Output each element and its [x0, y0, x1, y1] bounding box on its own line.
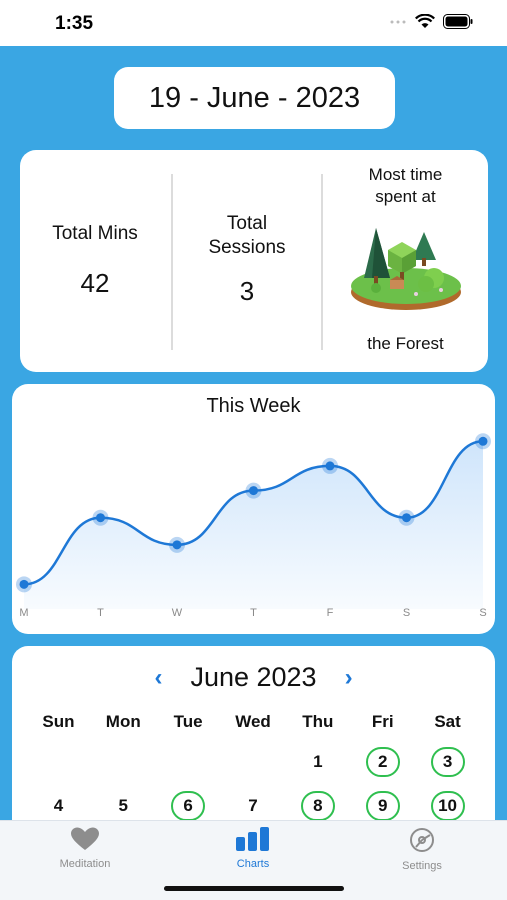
- chart-x-tick-label: W: [172, 607, 183, 619]
- total-mins-value: 42: [80, 268, 110, 298]
- calendar-day[interactable]: 6: [156, 790, 221, 822]
- calendar-day-number: [106, 747, 140, 777]
- chart-point[interactable]: [249, 486, 258, 496]
- tab-charts-label: Charts: [236, 858, 270, 870]
- weekday-label: Thu: [302, 712, 334, 731]
- calendar-empty-cell: [156, 746, 221, 778]
- calendar-day-number: 6: [171, 791, 206, 821]
- calendar-day-number: [171, 747, 205, 777]
- weekday-label: Fri: [371, 712, 394, 731]
- weekday-label: Sun: [42, 712, 75, 731]
- total-mins-stat: Total Mins 42: [20, 150, 170, 372]
- chart-x-tick-label: M: [19, 607, 28, 619]
- calendar-day[interactable]: 5: [91, 790, 156, 822]
- weekday-label: Mon: [105, 712, 141, 731]
- calendar-title: June 2023: [190, 662, 317, 692]
- calendar-day[interactable]: 1: [285, 746, 350, 778]
- calendar-empty-cell: [221, 746, 286, 778]
- forest-island-icon: [346, 220, 466, 312]
- calendar-day-number: 3: [430, 747, 465, 777]
- total-sessions-value: 3: [239, 276, 255, 306]
- date-label: 19 - June - 2023: [148, 81, 361, 114]
- weekly-chart: MTWTFSS: [16, 433, 491, 619]
- calendar-day-number: 5: [118, 796, 128, 815]
- calendar-day[interactable]: 10: [415, 790, 480, 822]
- chart-area-fill: [24, 441, 483, 609]
- total-sessions-label-1: Total: [226, 213, 268, 234]
- total-mins-label: Total Mins: [52, 223, 138, 244]
- calendar-empty-cell: [26, 746, 91, 778]
- tab-settings[interactable]: Settings: [362, 827, 482, 872]
- calendar-day-number: [236, 747, 270, 777]
- calendar-day[interactable]: 7: [221, 790, 286, 822]
- most-time-stat: Most time spent at the Forest: [323, 150, 488, 372]
- calendar-day-number: 2: [365, 747, 400, 777]
- chevron-left-icon[interactable]: ‹: [154, 664, 162, 692]
- calendar-header: ‹ June 2023 ›: [12, 662, 495, 693]
- bar-chart-icon: [235, 827, 271, 855]
- calendar-day[interactable]: 8: [285, 790, 350, 822]
- tab-meditation[interactable]: Meditation: [25, 827, 145, 870]
- total-sessions-label-2: Sessions: [208, 237, 286, 258]
- heart-icon: [70, 827, 100, 855]
- battery-icon: [443, 14, 473, 34]
- status-icons: [389, 13, 473, 34]
- weekly-chart-card: This Week MTWTFSS: [12, 384, 495, 634]
- tab-charts[interactable]: Charts: [193, 827, 313, 870]
- calendar-day-number: 8: [300, 791, 335, 821]
- chart-point[interactable]: [325, 461, 335, 471]
- calendar-day[interactable]: 4: [26, 790, 91, 822]
- calendar-day[interactable]: 9: [350, 790, 415, 822]
- chart-x-tick-label: S: [479, 607, 486, 619]
- calendar-day-number: 7: [248, 796, 258, 815]
- wifi-icon: [415, 13, 435, 34]
- chart-point[interactable]: [478, 436, 488, 446]
- chart-point[interactable]: [96, 513, 105, 523]
- signal-icon: [389, 15, 407, 33]
- tab-meditation-label: Meditation: [59, 858, 111, 870]
- calendar-day[interactable]: 3: [415, 746, 480, 778]
- chevron-right-icon[interactable]: ›: [345, 664, 353, 692]
- calendar-day-number: 1: [313, 752, 323, 771]
- tab-settings-label: Settings: [402, 860, 442, 872]
- calendar-grid: Sun Mon Tue Wed Thu Fri Sat 1 2 3 4 5 6 7 8 9 10: [26, 712, 480, 822]
- calendar-day-number: 4: [53, 796, 64, 815]
- calendar-day-number: 10: [430, 791, 465, 821]
- chart-x-tick-label: S: [403, 607, 410, 619]
- most-time-label-1: Most time: [368, 165, 443, 184]
- most-time-label-2: spent at: [375, 187, 436, 206]
- chart-x-tick-label: F: [327, 607, 334, 619]
- stats-card: Total Mins 42 Total Sessions 3 Most time…: [20, 150, 488, 372]
- weekday-label: Wed: [235, 712, 271, 731]
- chart-point[interactable]: [402, 513, 411, 523]
- chart-point[interactable]: [19, 579, 29, 589]
- calendar-empty-cell: [91, 746, 156, 778]
- date-card: 19 - June - 2023: [114, 67, 395, 129]
- weekday-label: Tue: [173, 712, 203, 731]
- chart-x-tick-label: T: [250, 607, 257, 619]
- chart-x-tick-label: T: [97, 607, 104, 619]
- status-time: 1:35: [55, 13, 94, 34]
- status-bar: 1:35: [0, 0, 507, 46]
- gear-icon: [407, 828, 437, 857]
- most-time-place: the Forest: [367, 334, 444, 353]
- total-sessions-stat: Total Sessions 3: [173, 150, 321, 372]
- calendar-day[interactable]: 2: [350, 746, 415, 778]
- home-indicator: [164, 886, 344, 891]
- weekday-label: Sat: [434, 712, 461, 731]
- calendar-day-number: [41, 747, 75, 777]
- chart-point[interactable]: [172, 540, 182, 550]
- calendar-day-number: 9: [365, 791, 400, 821]
